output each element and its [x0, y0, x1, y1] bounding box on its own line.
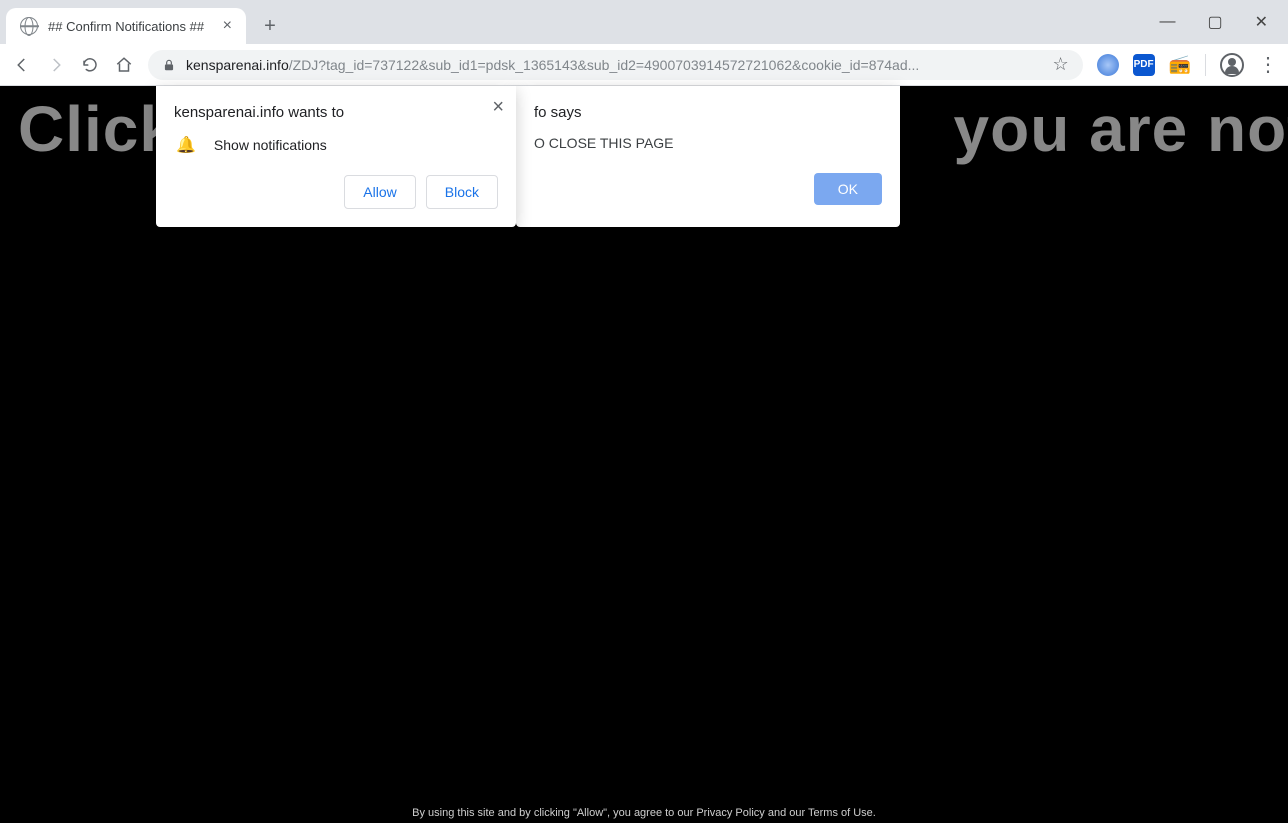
menu-kebab-icon[interactable]: ⋮ — [1258, 52, 1276, 77]
block-button[interactable]: Block — [426, 175, 498, 209]
alert-title: fo says — [534, 104, 882, 121]
window-controls: — ▢ ✕ — [1159, 0, 1288, 44]
extension-icon-1[interactable] — [1097, 54, 1119, 76]
dialog-layer: × kensparenai.info wants to 🔔 Show notif… — [156, 86, 900, 227]
forward-button[interactable] — [46, 55, 66, 75]
bookmark-star-icon[interactable]: ☆ — [1052, 54, 1068, 75]
browser-tab[interactable]: ## Confirm Notifications ## × — [6, 8, 246, 44]
tab-strip: ## Confirm Notifications ## × + — ▢ ✕ — [0, 0, 1288, 44]
back-button[interactable] — [12, 55, 32, 75]
permission-request-text: Show notifications — [214, 137, 327, 153]
page-footer-text: By using this site and by clicking "Allo… — [0, 807, 1288, 819]
ok-button[interactable]: OK — [814, 173, 882, 205]
url-host: kensparenai.info — [186, 57, 289, 73]
home-button[interactable] — [114, 55, 134, 75]
tab-title: ## Confirm Notifications ## — [48, 19, 213, 34]
reload-button[interactable] — [80, 55, 100, 75]
dialog-close-icon[interactable]: × — [492, 96, 504, 119]
js-alert-dialog: fo says O CLOSE THIS PAGE OK — [516, 86, 900, 227]
permission-request-row: 🔔 Show notifications — [176, 135, 498, 155]
close-window-icon[interactable]: ✕ — [1255, 12, 1268, 32]
globe-icon — [20, 17, 38, 35]
maximize-icon[interactable]: ▢ — [1207, 12, 1222, 32]
headline-left: Click — [18, 93, 176, 165]
allow-button[interactable]: Allow — [344, 175, 415, 209]
pdf-extension-icon[interactable]: PDF — [1133, 54, 1155, 76]
close-tab-icon[interactable]: × — [223, 17, 232, 35]
headline-right: you are not a — [954, 93, 1288, 165]
permission-origin-text: kensparenai.info wants to — [174, 104, 498, 121]
lock-icon — [162, 58, 176, 72]
url-text: kensparenai.info/ZDJ?tag_id=737122&sub_i… — [186, 57, 1042, 73]
new-tab-button[interactable]: + — [256, 12, 284, 40]
permission-buttons: Allow Block — [174, 175, 498, 209]
notification-permission-dialog: × kensparenai.info wants to 🔔 Show notif… — [156, 86, 516, 227]
url-path: /ZDJ?tag_id=737122&sub_id1=pdsk_1365143&… — [289, 57, 920, 73]
extension-icon-2[interactable]: 📻 — [1169, 54, 1191, 75]
alert-buttons: OK — [534, 173, 882, 205]
alert-message: O CLOSE THIS PAGE — [534, 135, 882, 151]
address-bar[interactable]: kensparenai.info/ZDJ?tag_id=737122&sub_i… — [148, 50, 1083, 80]
bell-icon: 🔔 — [176, 135, 196, 155]
profile-avatar-icon[interactable] — [1220, 53, 1244, 77]
browser-toolbar: kensparenai.info/ZDJ?tag_id=737122&sub_i… — [0, 44, 1288, 86]
minimize-icon[interactable]: — — [1159, 13, 1175, 31]
toolbar-separator — [1205, 54, 1206, 76]
